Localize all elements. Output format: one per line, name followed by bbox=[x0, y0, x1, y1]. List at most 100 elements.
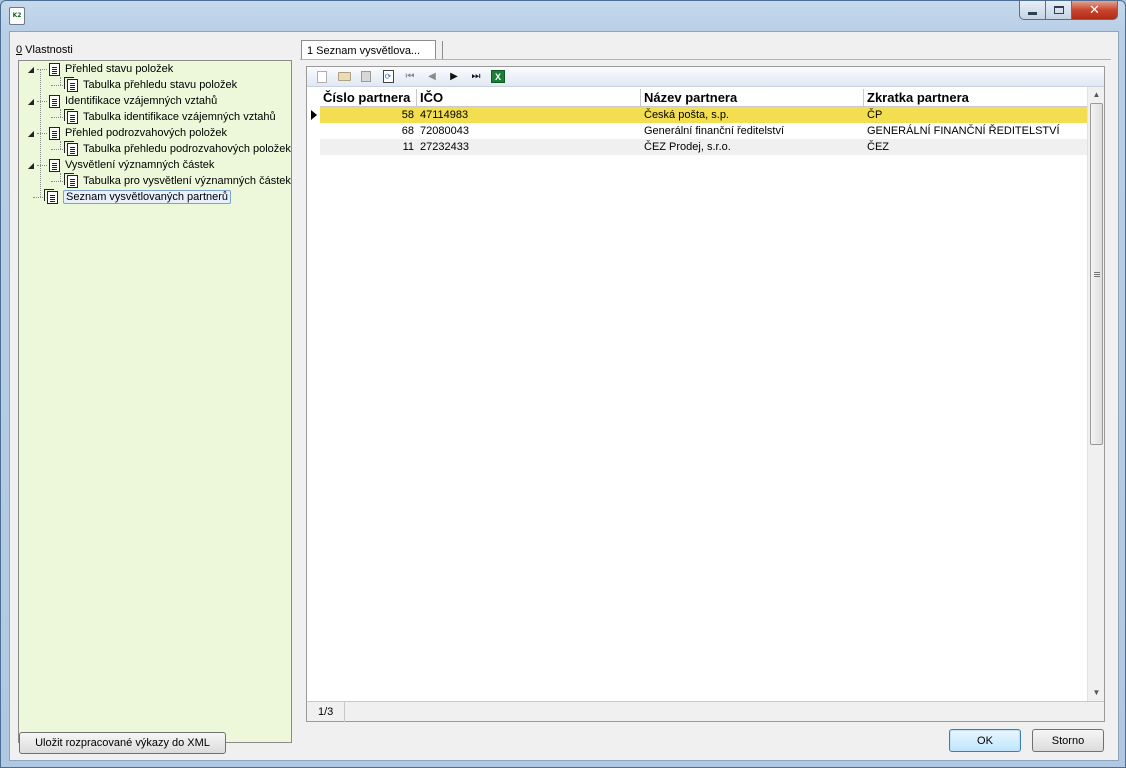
document-multi-icon bbox=[44, 188, 58, 204]
vertical-scrollbar[interactable]: ▲ ▼ bbox=[1087, 87, 1104, 701]
last-record-button[interactable]: ⏭ bbox=[465, 68, 487, 86]
tree-item-prehled-stavu[interactable]: ◢ Přehled stavu položek bbox=[27, 61, 173, 77]
tree-connector bbox=[37, 100, 47, 102]
tree-connector bbox=[37, 164, 47, 166]
delete-record-button[interactable] bbox=[355, 68, 377, 86]
record-position: 1/3 bbox=[307, 701, 345, 722]
table-row[interactable]: 11 27232433 ČEZ Prodej, s.r.o. ČEZ bbox=[307, 139, 1087, 155]
tree-connector bbox=[51, 116, 65, 118]
title-bar[interactable]: K2 ✕ bbox=[1, 1, 1125, 31]
row-indicator bbox=[307, 139, 320, 155]
excel-export-button[interactable]: X bbox=[487, 68, 509, 86]
collapse-icon[interactable]: ◢ bbox=[27, 129, 35, 138]
document-multi-icon bbox=[64, 172, 78, 188]
cell-cislo[interactable]: 11 bbox=[320, 139, 417, 155]
cell-nazev[interactable]: ČEZ Prodej, s.r.o. bbox=[641, 139, 864, 155]
tree-item-label: Tabulka pro vysvětlení významných částek bbox=[83, 175, 291, 187]
collapse-icon[interactable]: ◢ bbox=[27, 97, 35, 106]
scrollbar-grip-icon bbox=[1094, 272, 1100, 277]
report-tree[interactable]: ◢ Přehled stavu položek Tabulka přehledu… bbox=[18, 60, 292, 743]
column-header-cislo[interactable]: Číslo partnera bbox=[320, 89, 417, 107]
cell-nazev[interactable]: Generální finanční ředitelství bbox=[641, 123, 864, 139]
cell-ico[interactable]: 72080043 bbox=[417, 123, 641, 139]
maximize-icon bbox=[1053, 6, 1064, 14]
column-header-ico[interactable]: IČO bbox=[417, 89, 641, 107]
minimize-button[interactable] bbox=[1019, 1, 1046, 20]
scrollbar-thumb[interactable] bbox=[1090, 103, 1103, 445]
tree-item-vyznamne-castky[interactable]: ◢ Vysvětlení významných částek bbox=[27, 157, 214, 173]
column-header-zkratka[interactable]: Zkratka partnera bbox=[864, 89, 1087, 107]
row-indicator bbox=[307, 107, 320, 123]
next-record-button[interactable]: ▶ bbox=[443, 68, 465, 86]
table-row[interactable]: 68 72080043 Generální finanční ředitelst… bbox=[307, 123, 1087, 139]
cell-zkratka[interactable]: ČEZ bbox=[864, 139, 1087, 155]
tab-seznam-partneru[interactable]: 1 Seznam vysvětlova... bbox=[301, 40, 436, 60]
tree-item-label: Seznam vysvětlovaných partnerů bbox=[63, 190, 232, 204]
grid-header: Číslo partnera IČO Název partnera Zkratk… bbox=[320, 89, 1087, 107]
tree-item-podrozvahove[interactable]: ◢ Přehled podrozvahových položek bbox=[27, 125, 227, 141]
prev-record-button[interactable]: ◀ bbox=[421, 68, 443, 86]
maximize-button[interactable] bbox=[1046, 1, 1072, 20]
tree-item-seznam-partneru[interactable]: Seznam vysvětlovaných partnerů bbox=[33, 188, 232, 205]
open-record-button[interactable] bbox=[333, 68, 355, 86]
cancel-button[interactable]: Storno bbox=[1032, 729, 1104, 752]
tree-connector bbox=[37, 132, 47, 134]
cell-nazev[interactable]: Česká pošta, s.p. bbox=[641, 107, 864, 123]
table-row[interactable]: 58 47114983 Česká pošta, s.p. ČP bbox=[307, 107, 1087, 123]
tree-item-tabulka-identifikace[interactable]: Tabulka identifikace vzájemných vztahů bbox=[51, 108, 276, 125]
close-button[interactable]: ✕ bbox=[1072, 1, 1118, 20]
cell-cislo[interactable]: 58 bbox=[320, 107, 417, 123]
new-record-icon bbox=[317, 70, 327, 83]
save-xml-button[interactable]: Uložit rozpracované výkazy do XML bbox=[19, 732, 226, 754]
application-window: K2 ✕ 0 Vlastnosti ◢ Přehled stavu polože… bbox=[0, 0, 1126, 768]
scroll-down-icon[interactable]: ▼ bbox=[1088, 685, 1105, 701]
tree-item-label: Vysvětlení významných částek bbox=[65, 159, 215, 171]
properties-label-text: Vlastnosti bbox=[22, 44, 73, 56]
collapse-icon[interactable]: ◢ bbox=[27, 65, 35, 74]
tree-item-tabulka-vyznamne[interactable]: Tabulka pro vysvětlení významných částek bbox=[51, 172, 291, 189]
document-icon bbox=[49, 94, 60, 108]
refresh-button[interactable]: ⟳ bbox=[377, 68, 399, 86]
document-multi-icon bbox=[64, 108, 78, 124]
scroll-up-icon[interactable]: ▲ bbox=[1088, 87, 1105, 103]
close-icon: ✕ bbox=[1089, 2, 1100, 17]
document-icon bbox=[49, 62, 60, 76]
cell-zkratka[interactable]: GENERÁLNÍ FINANČNÍ ŘEDITELSTVÍ bbox=[864, 123, 1087, 139]
tree-item-tabulka-podrozvahove[interactable]: Tabulka přehledu podrozvahových položek bbox=[51, 140, 291, 157]
tree-connector bbox=[51, 180, 65, 182]
document-multi-icon bbox=[64, 140, 78, 156]
cell-ico[interactable]: 27232433 bbox=[417, 139, 641, 155]
grid-toolbar: ⟳ ⏮ ◀ ▶ ⏭ X bbox=[307, 67, 1104, 87]
column-header-nazev[interactable]: Název partnera bbox=[641, 89, 864, 107]
open-icon bbox=[337, 72, 351, 81]
tree-item-identifikace[interactable]: ◢ Identifikace vzájemných vztahů bbox=[27, 93, 217, 109]
window-controls: ✕ bbox=[1019, 1, 1118, 20]
cell-zkratka[interactable]: ČP bbox=[864, 107, 1087, 123]
grid-status-bar: 1/3 bbox=[307, 701, 1104, 722]
prev-record-icon: ◀ bbox=[428, 71, 436, 82]
tree-item-label: Tabulka přehledu stavu položek bbox=[83, 79, 238, 91]
cell-ico[interactable]: 47114983 bbox=[417, 107, 641, 123]
document-multi-icon bbox=[64, 76, 78, 92]
collapse-icon[interactable]: ◢ bbox=[27, 161, 35, 170]
minimize-icon bbox=[1028, 11, 1037, 15]
app-icon: K2 bbox=[9, 7, 25, 25]
tree-item-label: Tabulka přehledu podrozvahových položek bbox=[83, 143, 291, 155]
tree-connector bbox=[51, 148, 65, 150]
delete-icon bbox=[361, 71, 371, 82]
new-record-button[interactable] bbox=[311, 68, 333, 86]
document-icon bbox=[49, 126, 60, 140]
refresh-icon: ⟳ bbox=[382, 70, 394, 83]
tree-item-label: Přehled stavu položek bbox=[65, 63, 174, 75]
first-record-button[interactable]: ⏮ bbox=[399, 68, 421, 86]
tree-item-tabulka-stavu[interactable]: Tabulka přehledu stavu položek bbox=[51, 76, 238, 93]
tree-item-label: Identifikace vzájemných vztahů bbox=[65, 95, 218, 107]
dialog-client-area: 0 Vlastnosti ◢ Přehled stavu položek Tab… bbox=[9, 31, 1119, 761]
properties-label: 0 Vlastnosti bbox=[16, 44, 73, 56]
cell-cislo[interactable]: 68 bbox=[320, 123, 417, 139]
ok-button[interactable]: OK bbox=[949, 729, 1021, 752]
document-icon bbox=[49, 158, 60, 172]
next-record-icon: ▶ bbox=[450, 71, 458, 82]
tab-separator bbox=[442, 41, 443, 59]
row-indicator bbox=[307, 123, 320, 139]
